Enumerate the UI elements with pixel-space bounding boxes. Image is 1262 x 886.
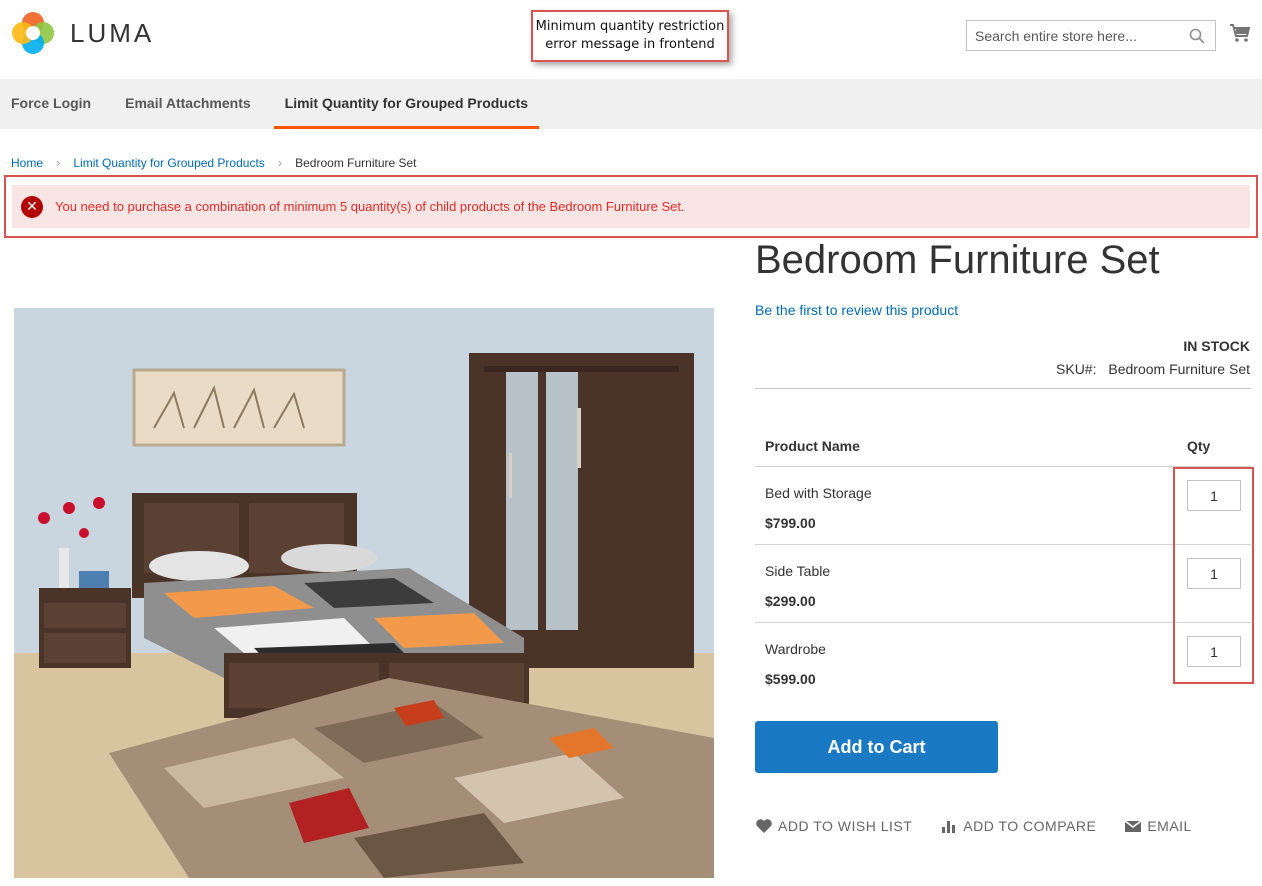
- sku-value: Bedroom Furniture Set: [1108, 361, 1250, 377]
- email-label: EMAIL: [1147, 818, 1192, 834]
- compare-label: ADD TO COMPARE: [963, 818, 1097, 834]
- add-to-cart-button[interactable]: Add to Cart: [755, 721, 998, 773]
- logo-text: LUMA: [70, 17, 155, 48]
- nav-item-force-login[interactable]: Force Login: [0, 79, 102, 129]
- product-title: Bedroom Furniture Set: [755, 238, 1160, 282]
- email-link[interactable]: EMAIL: [1124, 818, 1192, 834]
- wishlist-label: ADD TO WISH LIST: [778, 818, 913, 834]
- qty-highlight-box: [1173, 467, 1254, 684]
- column-header-qty: Qty: [1187, 438, 1211, 454]
- item-name: Side Table: [765, 563, 831, 579]
- search-box: [966, 20, 1216, 51]
- grouped-table-header: Product Name Qty: [755, 430, 1251, 467]
- error-x-icon: ✕: [21, 195, 43, 218]
- breadcrumb-current: Bedroom Furniture Set: [295, 155, 417, 170]
- item-price: $799.00: [765, 515, 816, 531]
- item-price: $599.00: [765, 671, 816, 687]
- nav-item-email-attachments[interactable]: Email Attachments: [114, 79, 262, 129]
- add-to-wishlist-link[interactable]: ADD TO WISH LIST: [755, 818, 912, 834]
- item-name: Wardrobe: [765, 641, 826, 657]
- bedroom-photo-icon: [14, 308, 714, 878]
- header: LUMA Minimum quantity restriction error …: [0, 0, 1262, 79]
- error-message-text: You need to purchase a combination of mi…: [55, 199, 685, 214]
- breadcrumb-home-link[interactable]: Home: [11, 156, 43, 170]
- breadcrumb: Home › Limit Quantity for Grouped Produc…: [11, 155, 417, 170]
- stock-status: IN STOCK: [1183, 338, 1250, 354]
- sku-label: SKU#:: [1056, 361, 1097, 377]
- main-nav: Force Login Email Attachments Limit Quan…: [0, 79, 1262, 129]
- error-message-highlight: ✕ You need to purchase a combination of …: [4, 175, 1258, 238]
- product-image[interactable]: [14, 308, 714, 878]
- sku: SKU#: Bedroom Furniture Set: [1056, 361, 1250, 377]
- annotation-callout: Minimum quantity restriction error messa…: [531, 10, 729, 62]
- nav-item-limit-quantity[interactable]: Limit Quantity for Grouped Products: [273, 79, 540, 129]
- search-input[interactable]: [975, 27, 1175, 45]
- cart-icon[interactable]: [1229, 22, 1251, 44]
- item-name: Bed with Storage: [765, 485, 872, 501]
- breadcrumb-chevron-icon: ›: [277, 155, 283, 170]
- column-header-product-name: Product Name: [765, 438, 860, 454]
- compare-bars-icon: [942, 821, 956, 833]
- add-to-compare-link[interactable]: ADD TO COMPARE: [940, 818, 1096, 834]
- envelope-icon: [1124, 820, 1142, 832]
- store-logo[interactable]: LUMA: [10, 10, 154, 56]
- divider: [755, 388, 1251, 389]
- breadcrumb-category-link[interactable]: Limit Quantity for Grouped Products: [73, 156, 264, 170]
- item-price: $299.00: [765, 593, 816, 609]
- product-actions: ADD TO WISH LIST ADD TO COMPARE EMAIL: [755, 818, 1192, 834]
- breadcrumb-chevron-icon: ›: [56, 155, 61, 170]
- error-message: ✕ You need to purchase a combination of …: [12, 185, 1250, 228]
- callout-line-1: Minimum quantity restriction: [535, 19, 725, 34]
- heart-icon: [756, 819, 772, 833]
- search-icon[interactable]: [1189, 28, 1205, 44]
- callout-line-2: error message in frontend: [545, 37, 715, 52]
- luma-logo-icon: [12, 12, 54, 54]
- review-link[interactable]: Be the first to review this product: [755, 302, 958, 318]
